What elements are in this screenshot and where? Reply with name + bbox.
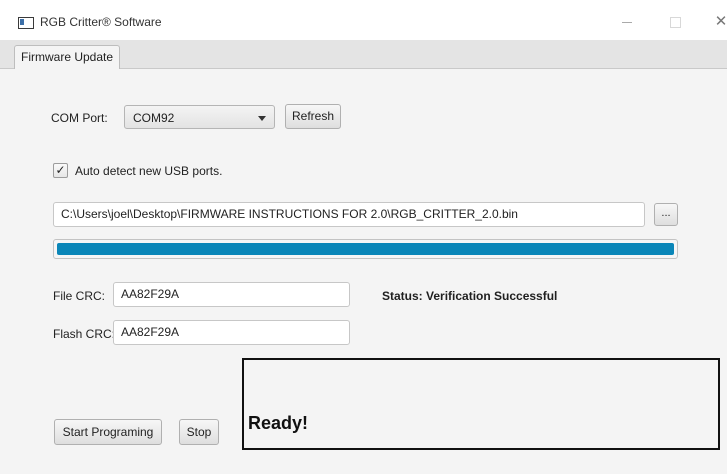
tab-strip: Firmware Update bbox=[0, 40, 727, 69]
app-icon bbox=[18, 17, 34, 29]
title-bar: RGB Critter® Software ✕ bbox=[0, 0, 727, 40]
start-programming-button[interactable]: Start Programing bbox=[54, 419, 162, 445]
checkmark-icon: ✓ bbox=[55, 163, 66, 177]
file-path-field[interactable]: C:\Users\joel\Desktop\FIRMWARE INSTRUCTI… bbox=[53, 202, 645, 227]
com-port-value: COM92 bbox=[133, 111, 175, 125]
browse-button[interactable]: ... bbox=[654, 203, 678, 226]
window-title: RGB Critter® Software bbox=[40, 15, 162, 29]
auto-detect-checkbox[interactable]: ✓ bbox=[53, 163, 68, 178]
file-crc-label: File CRC: bbox=[53, 289, 106, 303]
message-box bbox=[242, 358, 720, 450]
refresh-button[interactable]: Refresh bbox=[285, 104, 341, 129]
close-icon[interactable]: ✕ bbox=[706, 10, 727, 34]
chevron-down-icon bbox=[258, 116, 266, 121]
file-crc-field[interactable]: AA82F29A bbox=[113, 282, 350, 307]
progress-bar bbox=[53, 239, 678, 259]
com-port-select[interactable]: COM92 bbox=[124, 105, 275, 129]
status-text: Status: Verification Successful bbox=[382, 289, 558, 303]
flash-crc-field[interactable]: AA82F29A bbox=[113, 320, 350, 345]
com-port-label: COM Port: bbox=[51, 111, 108, 125]
tab-firmware-update[interactable]: Firmware Update bbox=[14, 45, 121, 69]
progress-fill bbox=[57, 243, 674, 255]
message-text: Ready! bbox=[248, 413, 309, 433]
auto-detect-label: Auto detect new USB ports. bbox=[75, 164, 223, 178]
maximize-icon[interactable] bbox=[660, 10, 690, 34]
minimize-icon[interactable] bbox=[612, 10, 642, 34]
flash-crc-label: Flash CRC: bbox=[53, 327, 116, 341]
stop-button[interactable]: Stop bbox=[179, 419, 219, 445]
